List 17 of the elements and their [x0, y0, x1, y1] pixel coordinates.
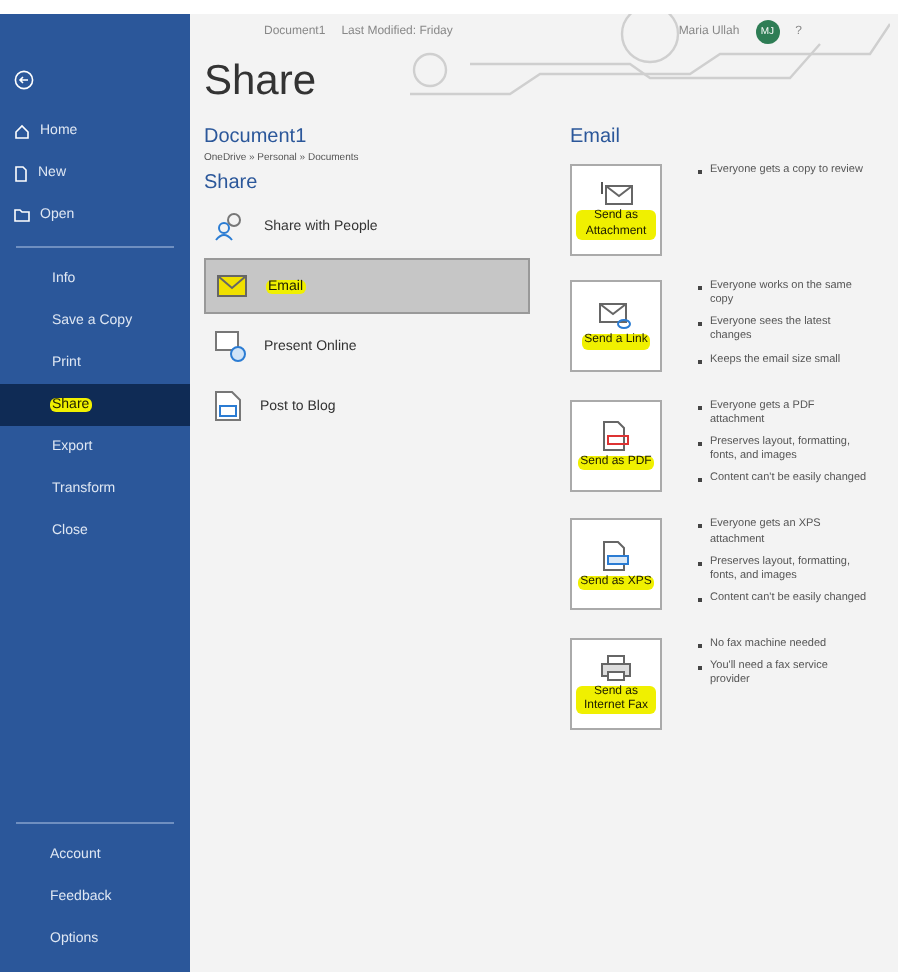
- section-heading: Email: [570, 126, 623, 148]
- document-title: Document1: [204, 126, 309, 148]
- envelope-paperclip-icon: [598, 180, 634, 207]
- document-icon: [14, 165, 28, 181]
- folder-icon: [14, 208, 30, 222]
- xps-file-icon: [600, 539, 632, 572]
- back-icon[interactable]: [14, 70, 34, 90]
- page-title: Share: [204, 58, 319, 106]
- blog-page-icon: [214, 390, 242, 422]
- pdf-file-icon: [600, 420, 632, 453]
- printer-icon: [600, 653, 632, 682]
- people-icon: [214, 210, 246, 242]
- home-icon: [14, 123, 30, 139]
- envelope-link-icon: [598, 302, 634, 331]
- section-heading: Share: [204, 172, 260, 194]
- presentation-icon: [214, 330, 246, 362]
- envelope-icon: [214, 272, 250, 300]
